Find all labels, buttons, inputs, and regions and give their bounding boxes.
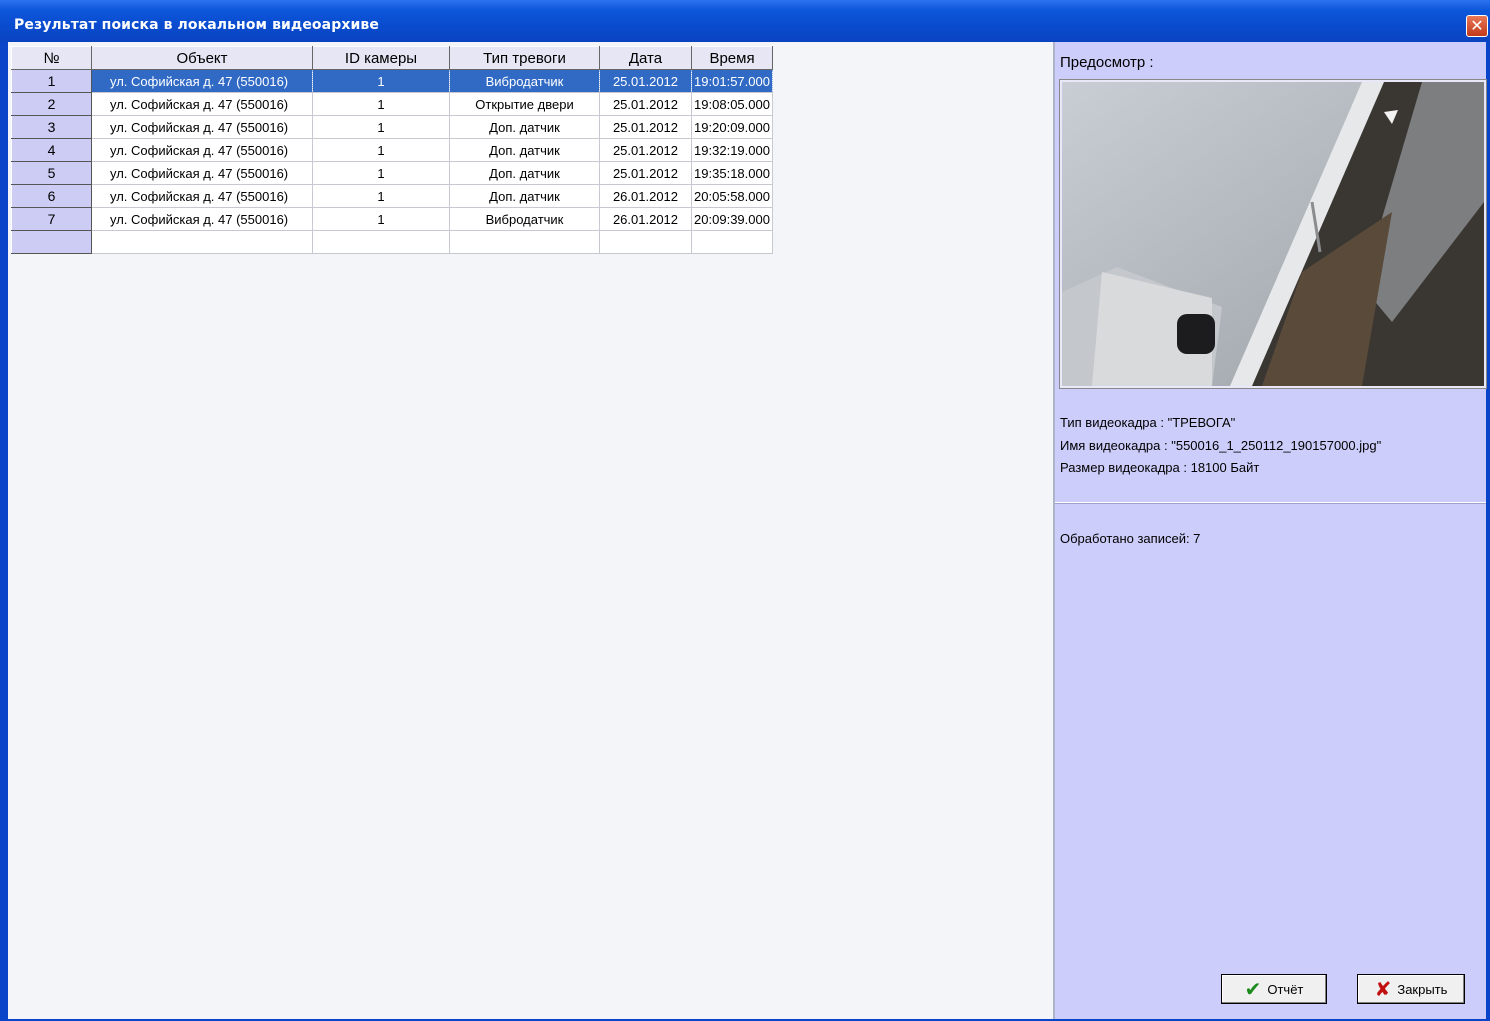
close-icon: ✕ <box>1470 16 1484 35</box>
cell-time[interactable]: 20:05:58.000 <box>691 184 773 208</box>
cell-time[interactable]: 19:20:09.000 <box>691 115 773 139</box>
cell-time[interactable] <box>691 230 773 254</box>
row-number[interactable]: 2 <box>11 92 92 116</box>
cell-alarm-type[interactable]: Доп. датчик <box>449 161 600 185</box>
cell-object[interactable]: ул. Софийская д. 47 (550016) <box>91 115 313 139</box>
cell-date[interactable]: 26.01.2012 <box>599 207 692 231</box>
row-number[interactable]: 1 <box>11 69 92 93</box>
table-header-row: № Объект ID камеры Тип тревоги Дата Врем… <box>11 46 773 70</box>
check-icon: ✔ <box>1244 977 1262 1001</box>
column-header-number[interactable]: № <box>11 46 92 70</box>
cell-object[interactable]: ул. Софийская д. 47 (550016) <box>91 92 313 116</box>
cell-camera-id[interactable]: 1 <box>312 184 450 208</box>
cell-object[interactable] <box>91 230 313 254</box>
search-results-window: Результат поиска в локальном видеоархиве… <box>0 0 1490 1021</box>
cell-camera-id[interactable]: 1 <box>312 207 450 231</box>
frame-size-text: Размер видеокадра : 18100 Байт <box>1060 460 1260 475</box>
processed-records-text: Обработано записей: 7 <box>1060 531 1201 546</box>
cell-date[interactable]: 25.01.2012 <box>599 115 692 139</box>
row-number[interactable]: 7 <box>11 207 92 231</box>
results-table: № Объект ID камеры Тип тревоги Дата Врем… <box>11 46 773 254</box>
table-row[interactable]: 6 ул. Софийская д. 47 (550016) 1 Доп. да… <box>11 184 773 208</box>
cell-object[interactable]: ул. Софийская д. 47 (550016) <box>91 69 313 93</box>
row-number[interactable]: 6 <box>11 184 92 208</box>
column-header-time[interactable]: Время <box>691 46 773 70</box>
cell-time[interactable]: 19:35:18.000 <box>691 161 773 185</box>
table-row[interactable]: 5 ул. Софийская д. 47 (550016) 1 Доп. да… <box>11 161 773 185</box>
cell-time[interactable]: 19:08:05.000 <box>691 92 773 116</box>
cell-object[interactable]: ул. Софийская д. 47 (550016) <box>91 161 313 185</box>
cell-object[interactable]: ул. Софийская д. 47 (550016) <box>91 184 313 208</box>
cell-camera-id[interactable] <box>312 230 450 254</box>
column-header-date[interactable]: Дата <box>599 46 692 70</box>
side-divider <box>1055 502 1486 504</box>
side-panel: Предосмотр : Тип видеокадра: "ТРЕВОГА" … <box>1055 42 1487 1019</box>
cell-alarm-type[interactable]: Доп. датчик <box>449 115 600 139</box>
cell-date[interactable] <box>599 230 692 254</box>
row-number[interactable]: 4 <box>11 138 92 162</box>
row-number[interactable]: 3 <box>11 115 92 139</box>
window-client: № Объект ID камеры Тип тревоги Дата Врем… <box>8 42 1487 1019</box>
table-row[interactable]: 3 ул. Софийская д. 47 (550016) 1 Доп. да… <box>11 115 773 139</box>
cell-date[interactable]: 25.01.2012 <box>599 161 692 185</box>
cell-date[interactable]: 25.01.2012 <box>599 69 692 93</box>
frame-type-text: Тип видеокадра : "ТРЕВОГА" <box>1060 415 1236 430</box>
cell-camera-id[interactable]: 1 <box>312 69 450 93</box>
cell-camera-id[interactable]: 1 <box>312 92 450 116</box>
cell-object[interactable]: ул. Софийская д. 47 (550016) <box>91 207 313 231</box>
cell-object[interactable]: ул. Софийская д. 47 (550016) <box>91 138 313 162</box>
cell-alarm-type[interactable] <box>449 230 600 254</box>
column-header-camera-id[interactable]: ID камеры <box>312 46 450 70</box>
results-grid-area: № Объект ID камеры Тип тревоги Дата Врем… <box>8 42 1053 1019</box>
report-button-label: Отчёт <box>1267 981 1304 997</box>
cell-camera-id[interactable]: 1 <box>312 138 450 162</box>
cell-camera-id[interactable]: 1 <box>312 161 450 185</box>
close-button-label: Закрыть <box>1397 981 1448 997</box>
preview-label: Предосмотр : <box>1060 54 1154 71</box>
cell-alarm-type[interactable]: Доп. датчик <box>449 184 600 208</box>
column-header-object[interactable]: Объект <box>91 46 313 70</box>
cell-alarm-type[interactable]: Открытие двери <box>449 92 600 116</box>
table-row[interactable]: 4 ул. Софийская д. 47 (550016) 1 Доп. да… <box>11 138 773 162</box>
title-bar[interactable]: Результат поиска в локальном видеоархиве… <box>0 0 1490 42</box>
table-row-empty[interactable] <box>11 230 773 254</box>
video-frame-preview <box>1059 79 1487 389</box>
cell-time[interactable]: 20:09:39.000 <box>691 207 773 231</box>
cell-time[interactable]: 19:01:57.000 <box>691 69 773 93</box>
frame-name-text: Имя видеокадра : "550016_1_250112_190157… <box>1060 438 1382 453</box>
video-frame-image <box>1062 82 1484 386</box>
row-number[interactable] <box>11 230 92 254</box>
table-row[interactable]: 2 ул. Софийская д. 47 (550016) 1 Открыти… <box>11 92 773 116</box>
cell-alarm-type[interactable]: Вибродатчик <box>449 69 600 93</box>
cell-alarm-type[interactable]: Доп. датчик <box>449 138 600 162</box>
report-button[interactable]: ✔ Отчёт <box>1221 974 1327 1004</box>
table-row[interactable]: 7 ул. Софийская д. 47 (550016) 1 Виброда… <box>11 207 773 231</box>
close-button[interactable]: ✘ Закрыть <box>1357 974 1465 1004</box>
cell-alarm-type[interactable]: Вибродатчик <box>449 207 600 231</box>
cross-icon: ✘ <box>1374 977 1392 1001</box>
cell-date[interactable]: 25.01.2012 <box>599 92 692 116</box>
window-title: Результат поиска в локальном видеоархиве <box>14 17 379 33</box>
cell-date[interactable]: 25.01.2012 <box>599 138 692 162</box>
cell-time[interactable]: 19:32:19.000 <box>691 138 773 162</box>
row-number[interactable]: 5 <box>11 161 92 185</box>
table-row[interactable]: 1 ул. Софийская д. 47 (550016) 1 Виброда… <box>11 69 773 93</box>
cell-date[interactable]: 26.01.2012 <box>599 184 692 208</box>
cell-camera-id[interactable]: 1 <box>312 115 450 139</box>
column-header-alarm-type[interactable]: Тип тревоги <box>449 46 600 70</box>
close-window-button[interactable]: ✕ <box>1466 15 1488 37</box>
